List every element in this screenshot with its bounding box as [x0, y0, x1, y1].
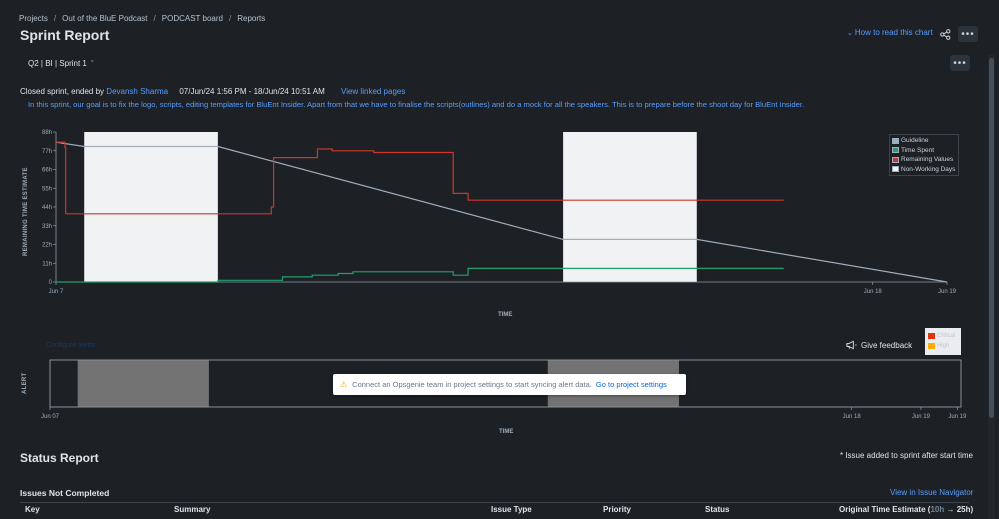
breadcrumb-reports[interactable]: Reports [237, 14, 265, 23]
status-report-title: Status Report [20, 451, 99, 465]
breadcrumb-project[interactable]: Out of the BluE Podcast [62, 14, 147, 23]
y-tick-label: 88h [42, 130, 52, 136]
column-key[interactable]: Key [25, 505, 40, 514]
sprint-selector[interactable]: Q2 | BI | Sprint 1 ˇ [28, 59, 93, 68]
legend-critical: Critical [928, 331, 958, 341]
column-priority[interactable]: Priority [603, 505, 631, 514]
warning-icon: ⚠ [340, 380, 348, 389]
y-tick-label: 44h [42, 205, 52, 211]
added-after-start-note: * Issue added to sprint after start time [840, 451, 973, 460]
x-tick-label: Jun 18 [864, 289, 883, 295]
y-tick-label: 66h [42, 168, 52, 174]
legend-non-working: Non-Working Days [892, 165, 956, 175]
y-tick-label: 0 [49, 280, 53, 286]
alert-legend: Critical High [925, 328, 961, 355]
y-tick-label: 77h [42, 149, 52, 155]
non-working-band-0 [84, 132, 218, 282]
y-tick-label: 33h [42, 224, 52, 230]
chevron-down-icon: ⌄ [847, 29, 853, 37]
configure-alerts-link[interactable]: Configure alerts [46, 342, 95, 349]
column-status[interactable]: Status [705, 505, 729, 514]
non-working-band-1 [563, 132, 697, 282]
alert-x-tick-label: Jun 19 [912, 414, 931, 420]
legend-time-spent: Time Spent [892, 146, 956, 156]
alert-x-axis-label: TIME [499, 429, 514, 435]
how-to-read-link[interactable]: ⌄ How to read this chart [847, 28, 933, 37]
sprint-meta: Closed sprint, ended by Devansh Sharma 0… [20, 87, 406, 96]
more-actions-button[interactable]: ••• [958, 26, 978, 42]
alert-non-working-band-0 [77, 360, 209, 407]
column-summary[interactable]: Summary [174, 505, 210, 514]
y-tick-label: 11h [42, 261, 52, 267]
go-to-project-settings-link[interactable]: Go to project settings [596, 380, 667, 389]
page-scrollbar-thumb[interactable] [989, 58, 994, 418]
breadcrumb: Projects / Out of the BluE Podcast / PODCAST… [19, 14, 266, 23]
sprint-dates: 07/Jun/24 1:56 PM - 18/Jun/24 10:51 AM [179, 87, 325, 96]
burndown-chart: 0 11h 22h 33h 44h 55h 66h 77h 88h Jun 7 Jun 18 Jun … [42, 130, 957, 295]
breadcrumb-projects[interactable]: Projects [19, 14, 48, 23]
legend-guideline: Guideline [892, 136, 956, 146]
chart-x-axis-label: TIME [498, 312, 513, 318]
y-tick-label: 22h [42, 243, 52, 249]
breadcrumb-board[interactable]: PODCAST board [162, 14, 223, 23]
alert-x-tick-label: Jun 19 [948, 414, 967, 420]
page-title: Sprint Report [20, 27, 110, 43]
sprint-owner-link[interactable]: Devansh Sharma [106, 87, 168, 96]
alert-x-tick-label: Jun 07 [41, 414, 60, 420]
opsgenie-banner: ⚠ Connect an Opsgenie team in project se… [333, 374, 686, 395]
share-icon [939, 28, 950, 40]
chevron-down-icon: ˇ [91, 61, 94, 68]
view-linked-pages-link[interactable]: View linked pages [341, 87, 405, 96]
legend-remaining: Remaining Values [892, 155, 956, 165]
table-header-divider [20, 502, 969, 503]
more-icon: ••• [961, 28, 975, 40]
more-icon: ••• [953, 57, 967, 69]
legend-high: High [928, 341, 958, 351]
alert-x-tick-label: Jun 18 [843, 414, 862, 420]
column-original-estimate[interactable]: Original Time Estimate (10h → 25h) [839, 505, 973, 514]
give-feedback-button[interactable]: Give feedback [846, 340, 912, 350]
x-tick-label: Jun 19 [938, 289, 957, 295]
sprint-more-button[interactable]: ••• [950, 55, 970, 71]
share-button[interactable] [935, 26, 955, 42]
chart-legend: Guideline Time Spent Remaining Values No… [889, 134, 959, 176]
y-tick-label: 55h [42, 186, 52, 192]
x-tick-label: Jun 7 [49, 289, 64, 295]
megaphone-icon [846, 340, 857, 350]
sprint-goal: In this sprint, our goal is to fix the l… [28, 100, 805, 109]
view-in-issue-navigator-link[interactable]: View in Issue Navigator [890, 488, 973, 497]
issues-not-completed-title: Issues Not Completed [20, 488, 110, 498]
column-issue-type[interactable]: Issue Type [491, 505, 532, 514]
